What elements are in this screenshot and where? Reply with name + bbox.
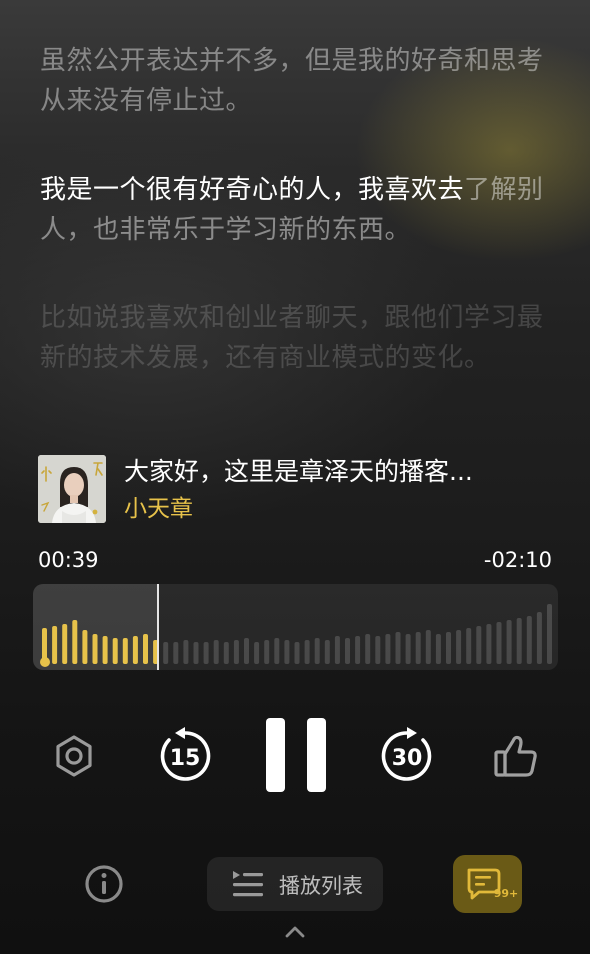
like-button[interactable] [492,733,540,783]
waveform-bar [203,642,209,664]
transcript-line-current-spoken: 我是一个很有好奇心的人，我喜欢去 [40,175,465,205]
episode-cover[interactable] [38,455,106,523]
forward-30-button[interactable]: 30 [377,726,437,790]
waveform-bar [193,642,199,664]
waveform-bar-played [132,636,138,664]
playlist-icon [233,871,263,897]
waveform-bar [375,636,381,664]
waveform-bar-played [92,634,98,664]
thumbs-up-icon [494,735,537,777]
waveform-bar [415,632,421,664]
waveform-bar [536,612,542,664]
waveform-bar [314,638,320,664]
waveform-bar [163,642,169,664]
waveform-bar [213,640,219,664]
transport-controls: 15 30 [0,712,590,802]
transcript-line-next-text: 比如说我喜欢和创业者聊天，跟他们学习最新的技术发展，还有商业模式的变化。 [40,303,544,373]
waveform-bar [476,626,482,664]
waveform-bar [547,604,552,664]
waveform-bar [405,634,411,664]
episode-info[interactable]: 大家好，这里是章泽天的播客... 小天章 [38,455,558,525]
waveform-progress-bar[interactable] [33,584,558,670]
info-button[interactable] [84,864,124,908]
playhead[interactable] [157,584,159,670]
waveform-bar [284,640,290,664]
waveform-bar [385,634,391,664]
waveform-bar [506,620,512,664]
waveform-bar [516,618,522,664]
waveform-bar-played [102,636,108,664]
waveform-bar [294,642,300,664]
waveform-bar [395,632,401,664]
bottom-bar: 播放列表 99+ [0,852,590,916]
waveform-bar [254,642,260,664]
playlist-button[interactable]: 播放列表 [207,857,383,911]
cover-art-image [38,455,106,523]
episode-title[interactable]: 大家好，这里是章泽天的播客... [124,455,473,489]
waveform-bar [183,640,189,664]
waveform-bar [324,640,330,664]
waveform-bar [456,630,462,664]
expand-sheet-button[interactable] [283,924,307,944]
playlist-label: 播放列表 [279,874,363,898]
waveform-bar [526,616,532,664]
rewind-15-button[interactable]: 15 [155,726,215,790]
forward-30-icon: 30 [381,727,432,781]
waveform-bar [466,628,472,664]
remaining-time: -02:10 [483,548,552,572]
waveform-bar-played [122,638,128,664]
waveform-bar [173,642,179,664]
waveform-bar [425,630,431,664]
transcript-line-previous[interactable]: 虽然公开表达并不多，但是我的好奇和思考从来没有停止过。 [40,41,560,121]
pause-button[interactable] [264,716,328,798]
transcript-line-previous-text: 虽然公开表达并不多，但是我的好奇和思考从来没有停止过。 [40,46,544,116]
waveform-bar [486,624,492,664]
transcript-line-current[interactable]: 我是一个很有好奇心的人，我喜欢去了解别人，也非常乐于学习新的东西。 [40,170,560,250]
rewind-15-icon: 15 [160,727,211,781]
waveform-bar [334,636,340,664]
waveform-bars [40,604,552,667]
comment-button[interactable]: 99+ [453,855,522,913]
chevron-up-icon [285,926,305,938]
waveform-bar [264,640,270,664]
waveform-bar [365,634,371,664]
waveform-bar [244,638,249,664]
podcast-player-screen: 虽然公开表达并不多，但是我的好奇和思考从来没有停止过。 我是一个很有好奇心的人，… [0,0,590,954]
waveform-bar [355,636,361,664]
waveform-bar-played [52,626,58,664]
elapsed-time: 00:39 [38,548,99,572]
waveform-bar [446,632,451,664]
waveform-bar-played [62,624,68,664]
waveform-bar-played [82,630,88,664]
hexagon-icon[interactable] [52,734,96,782]
waveform-bar-played [72,620,78,664]
waveform-bar [304,640,310,664]
waveform-start-dot [40,657,50,667]
rewind-seconds-label: 15 [170,746,201,771]
waveform-bar [223,642,229,664]
waveform-bar-played [112,638,118,664]
transcript-line-next[interactable]: 比如说我喜欢和创业者聊天，跟他们学习最新的技术发展，还有商业模式的变化。 [40,298,560,378]
info-icon [85,865,123,903]
waveform-bar [345,638,350,664]
waveform-bar-played [143,634,148,664]
forward-seconds-label: 30 [392,746,423,771]
waveform-bar [435,634,441,664]
pause-icon [266,718,326,792]
waveform-bar [233,640,239,664]
waveform-bar [274,638,280,664]
waveform-bar [496,622,502,664]
comment-count-badge: 99+ [494,887,519,900]
comment-icon: 99+ [467,868,519,900]
episode-author[interactable]: 小天章 [124,493,193,525]
